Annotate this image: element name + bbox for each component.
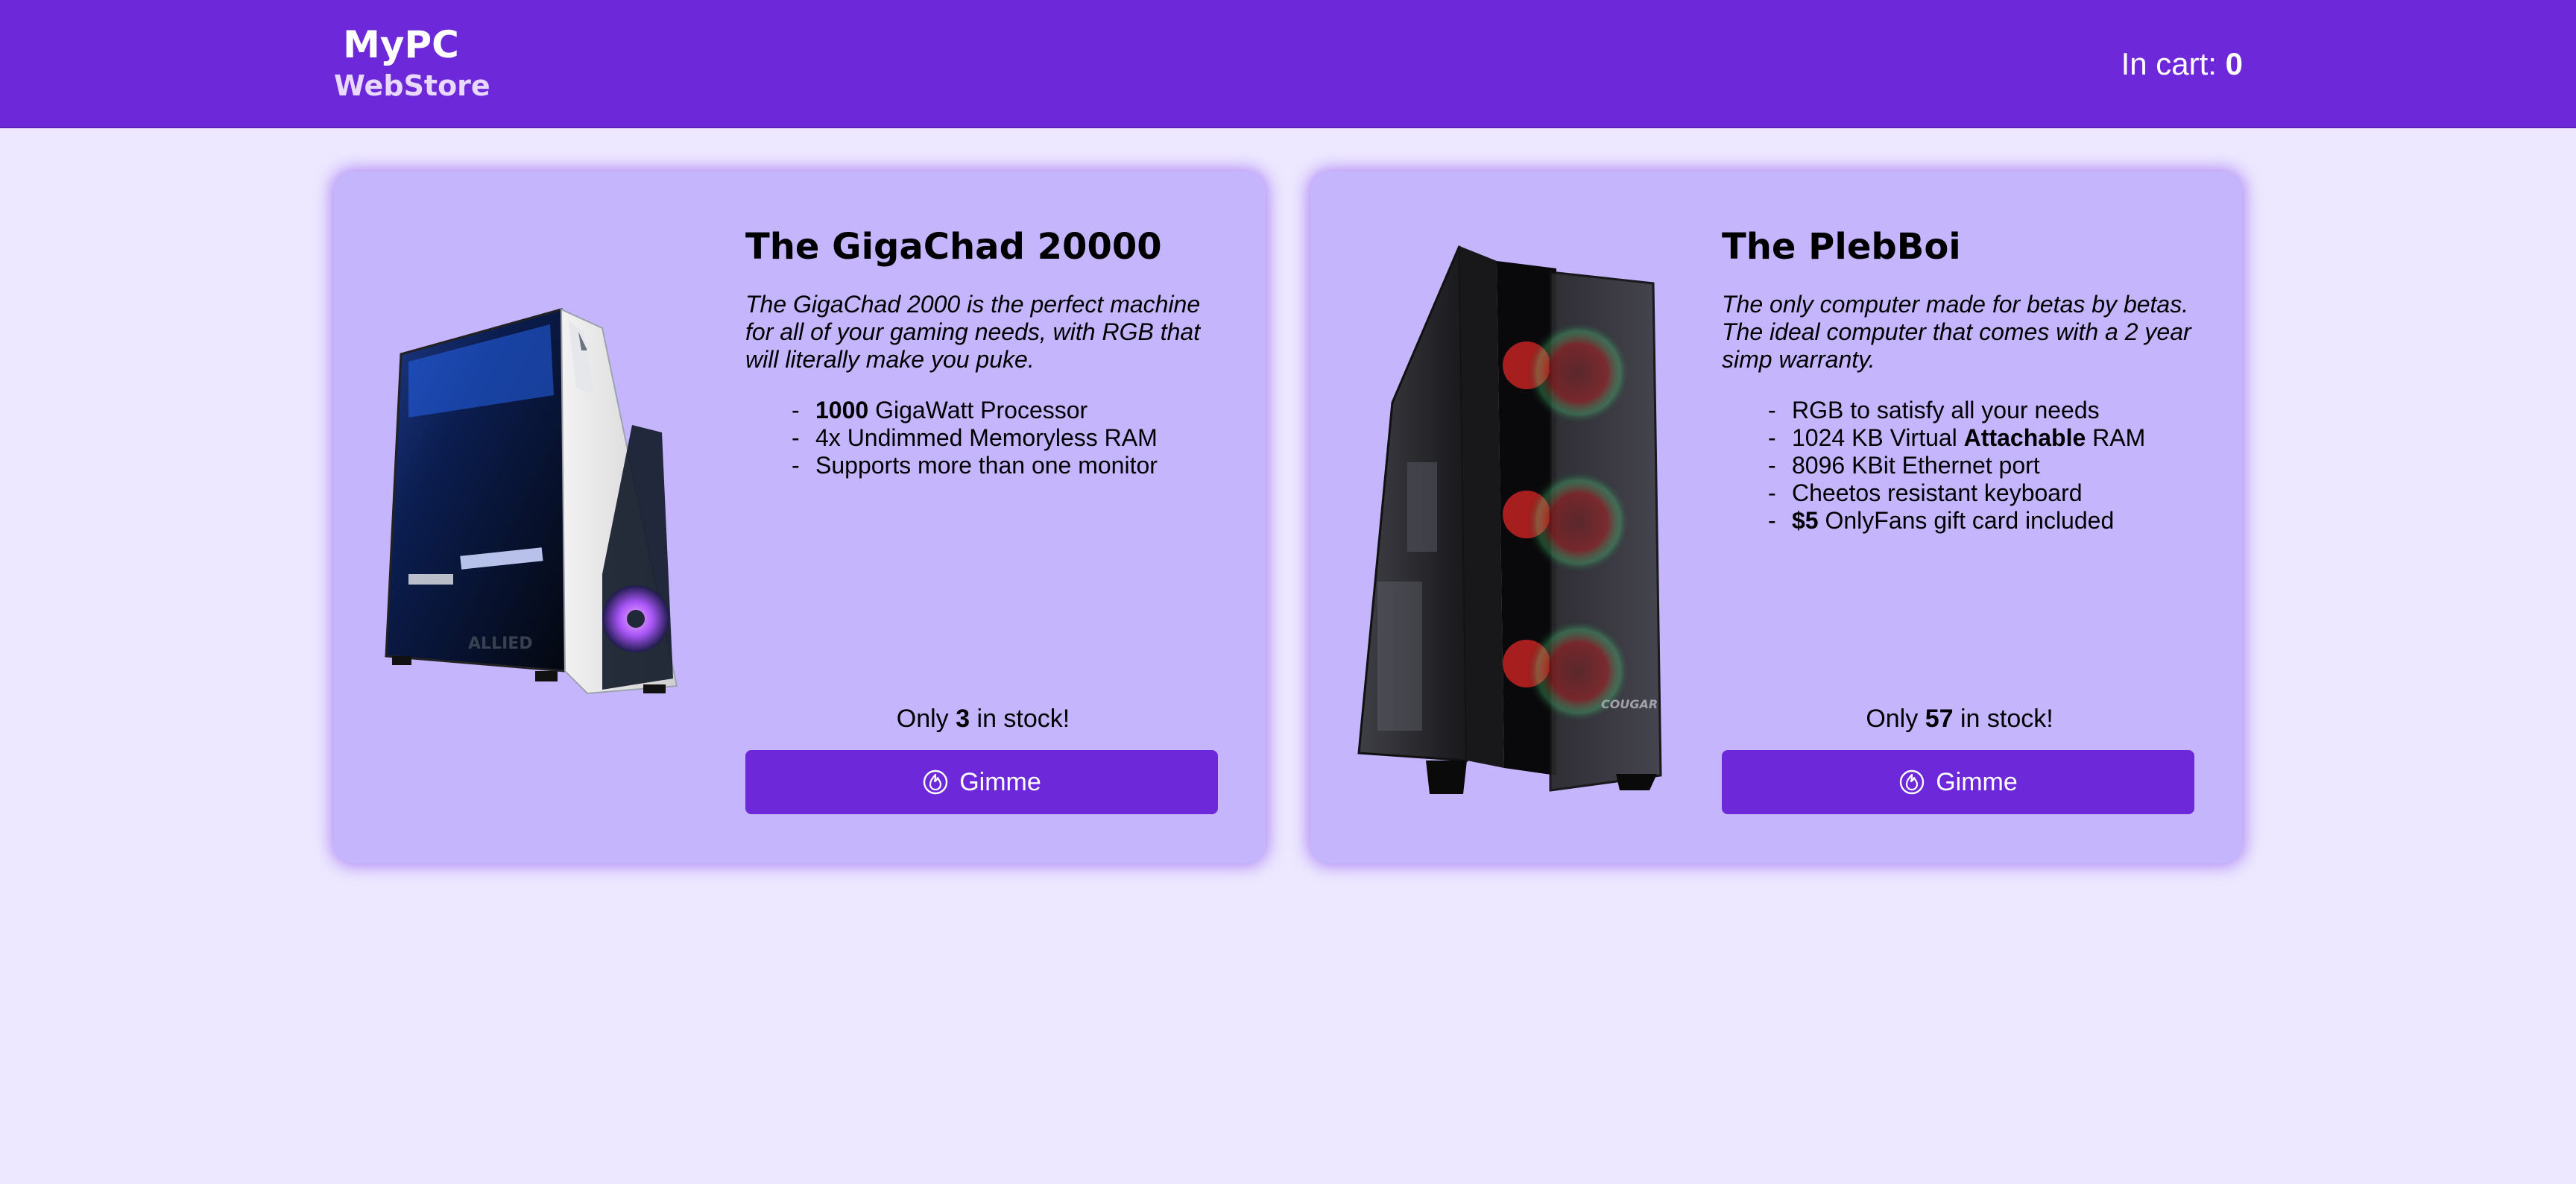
stock-count: 57 (1925, 705, 1954, 733)
stock-prefix: Only (896, 705, 949, 733)
product-description: The only computer made for betas by beta… (1722, 291, 2191, 373)
pc-case-black-image: COUGAR (1357, 245, 1662, 794)
spec-text-after: RAM (2086, 424, 2146, 451)
brand-logo[interactable]: MyPC WebStore (334, 22, 490, 104)
stock-status: Only 3 in stock! (745, 702, 1221, 735)
flame-icon (1900, 769, 1925, 795)
spec-item: - $5 OnlyFans gift card included (1768, 507, 2115, 534)
spec-bold: Attachable (1963, 424, 2086, 451)
product-title: The PlebBoi (1722, 226, 1961, 268)
spec-text: Supports more than one monitor (815, 452, 1158, 479)
case-brand-text: COUGAR (1601, 697, 1658, 711)
cart-indicator[interactable]: In cart: 0 (2121, 42, 2243, 86)
spec-item: - Supports more than one monitor (792, 452, 1158, 479)
spec-item: -1000 GigaWatt Processor (792, 397, 1088, 423)
stock-suffix: in stock! (1960, 705, 2053, 733)
spec-item: -1024 KB Virtual Attachable RAM (1768, 424, 2146, 451)
gimme-button-label: Gimme (1936, 767, 2018, 796)
gimme-button[interactable]: Gimme (745, 750, 1218, 814)
brand-name: MyPC (343, 23, 459, 66)
spec-text: 1024 KB Virtual (1792, 424, 1964, 451)
spec-text: 8096 KBit Ethernet port (1792, 452, 2040, 479)
spec-item: -4x Undimmed Memoryless RAM (792, 424, 1158, 451)
product-card: ALLIED The GigaChad 20000 The GigaChad 2… (334, 171, 1266, 863)
gimme-button-label: Gimme (959, 767, 1041, 796)
product-image: COUGAR (1355, 239, 1683, 805)
brand-subtitle: WebStore (334, 69, 490, 102)
flame-icon (924, 769, 948, 795)
spec-bold: 1000 (815, 397, 869, 423)
gimme-button[interactable]: Gimme (1722, 750, 2194, 814)
spec-text: RGB to satisfy all your needs (1792, 397, 2100, 423)
stock-count: 3 (956, 705, 970, 733)
product-description: The GigaChad 2000 is the perfect machine… (745, 291, 1201, 373)
product-card: COUGAR The PlebBoi The only computer mad… (1310, 171, 2242, 863)
case-brand-text: ALLIED (468, 634, 533, 653)
product-info: The PlebBoi The only computer made for b… (1722, 171, 2197, 863)
spec-list: -1000 GigaWatt Processor -4x Undimmed Me… (792, 397, 1224, 479)
spec-text: 4x Undimmed Memoryless RAM (815, 424, 1158, 451)
spec-item: -8096 KBit Ethernet port (1768, 452, 2040, 479)
spec-text: OnlyFans gift card included (1818, 507, 2115, 534)
stock-suffix: in stock! (976, 705, 1070, 733)
stock-status: Only 57 in stock! (1722, 702, 2197, 735)
spec-bold: $5 (1792, 507, 1819, 534)
stock-prefix: Only (1866, 705, 1919, 733)
spec-item: - Cheetos resistant keyboard (1768, 479, 2083, 506)
cart-count: 0 (2225, 46, 2243, 81)
pc-case-white-image: ALLIED (385, 308, 678, 695)
spec-item: - RGB to satisfy all your needs (1768, 397, 2100, 423)
product-info: The GigaChad 20000 The GigaChad 2000 is … (745, 171, 1221, 863)
spec-text: Cheetos resistant keyboard (1792, 479, 2083, 506)
product-image: ALLIED (379, 306, 692, 723)
product-title: The GigaChad 20000 (745, 226, 1162, 268)
spec-text: GigaWatt Processor (868, 397, 1088, 423)
cart-label: In cart: (2121, 46, 2217, 81)
spec-list: - RGB to satisfy all your needs -1024 KB … (1768, 397, 2200, 535)
site-header: MyPC WebStore In cart: 0 (0, 0, 2576, 128)
